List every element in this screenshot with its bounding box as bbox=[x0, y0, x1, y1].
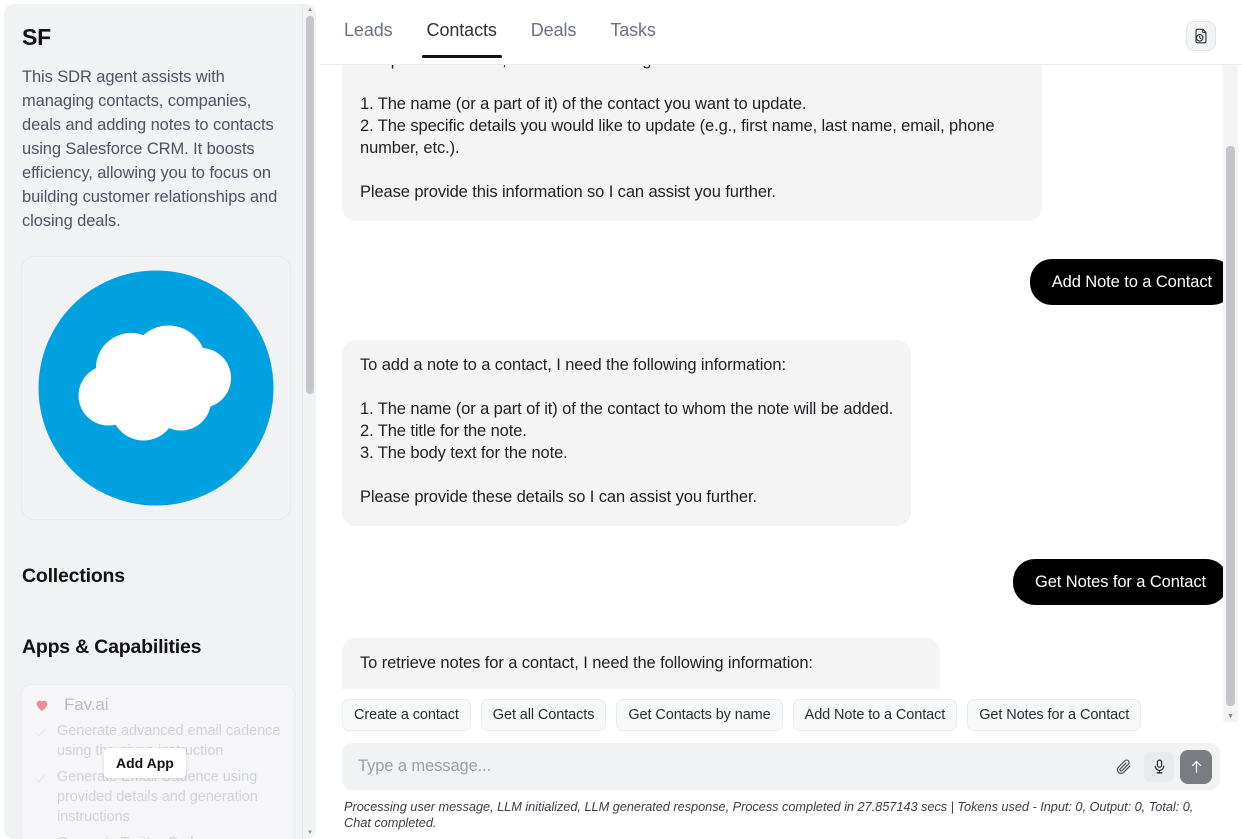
heart-icon bbox=[36, 700, 48, 711]
tab-deals[interactable]: Deals bbox=[531, 20, 577, 45]
chip-add-note-to-a-contact[interactable]: Add Note to a Contact bbox=[792, 699, 958, 731]
agent-title: SF bbox=[22, 24, 51, 50]
chat-row-assistant: To update a contact, I need the followin… bbox=[320, 55, 1220, 221]
message-paragraph: Please provide this information so I can… bbox=[360, 183, 776, 201]
suggestion-chips: Create a contact Get all Contacts Get Co… bbox=[342, 689, 1220, 743]
salesforce-cloud-icon bbox=[38, 270, 274, 506]
attach-file-button[interactable] bbox=[1108, 752, 1138, 782]
assistant-message-bubble: To update a contact, I need the followin… bbox=[342, 55, 1042, 221]
message-paragraph: To add a note to a contact, I need the f… bbox=[360, 356, 786, 374]
app-root: SF This SDR agent assists with managing … bbox=[0, 0, 1242, 839]
scroll-down-arrow-icon[interactable]: ▼ bbox=[1227, 713, 1234, 720]
tab-tasks[interactable]: Tasks bbox=[610, 20, 656, 45]
agent-logo-card bbox=[22, 257, 290, 519]
agent-description: This SDR agent assists with managing con… bbox=[22, 68, 278, 230]
scroll-up-arrow-icon[interactable]: ▲ bbox=[307, 7, 313, 13]
message-paragraph: Please provide these details so I can as… bbox=[360, 488, 757, 506]
chat-history-button[interactable] bbox=[1186, 21, 1216, 51]
paperclip-icon bbox=[1116, 759, 1130, 774]
tab-contacts[interactable]: Contacts bbox=[421, 20, 503, 58]
message-paragraph: 1. The name (or a part of it) of the con… bbox=[360, 95, 995, 157]
user-message-bubble: Get Notes for a Contact bbox=[1012, 559, 1228, 605]
document-clock-icon bbox=[1195, 28, 1207, 44]
capability-label: Generate Twitter Cadence bbox=[57, 833, 225, 839]
chip-create-a-contact[interactable]: Create a contact bbox=[342, 699, 471, 731]
chat-messages: To update a contact, I need the followin… bbox=[320, 55, 1234, 723]
arrow-up-icon bbox=[1191, 760, 1201, 773]
assistant-message-bubble: To add a note to a contact, I need the f… bbox=[342, 340, 912, 526]
message-paragraph: To retrieve notes for a contact, I need … bbox=[360, 654, 813, 672]
send-message-button[interactable] bbox=[1180, 749, 1212, 784]
sidebar-content: SF This SDR agent assists with managing … bbox=[4, 4, 296, 839]
capability-item: Generate Twitter Cadence bbox=[34, 833, 282, 839]
message-input[interactable] bbox=[358, 757, 1102, 776]
chat-row-user: Get Notes for a Contact bbox=[320, 559, 1228, 605]
collections-section-title: Collections bbox=[22, 565, 125, 587]
composer: Create a contact Get all Contacts Get Co… bbox=[320, 689, 1242, 839]
chat-row-assistant: To add a note to a contact, I need the f… bbox=[320, 340, 1220, 526]
add-app-tooltip: Add App bbox=[104, 748, 186, 778]
chat-scrollbar-thumb[interactable] bbox=[1226, 146, 1235, 706]
sidebar-panel: SF This SDR agent assists with managing … bbox=[4, 4, 316, 839]
check-icon bbox=[35, 774, 46, 783]
user-message-bubble: Add Note to a Contact bbox=[1029, 259, 1234, 305]
chip-get-contacts-by-name[interactable]: Get Contacts by name bbox=[616, 699, 783, 731]
app-card-header: Fav.ai bbox=[34, 695, 282, 715]
sidebar-scrollbar[interactable]: ▲ ▼ bbox=[302, 4, 316, 839]
scroll-down-arrow-icon[interactable]: ▼ bbox=[307, 830, 313, 836]
chat-scrollbar[interactable]: ▲ ▼ bbox=[1223, 58, 1238, 722]
main-panel: Leads Contacts Deals Tasks To update a c… bbox=[320, 0, 1242, 839]
chip-get-notes-for-a-contact[interactable]: Get Notes for a Contact bbox=[967, 699, 1142, 731]
tab-bar: Leads Contacts Deals Tasks bbox=[320, 0, 1242, 65]
chip-get-all-contacts[interactable]: Get all Contacts bbox=[480, 699, 607, 731]
app-card-name: Fav.ai bbox=[64, 695, 109, 714]
chat-message-list: To update a contact, I need the followin… bbox=[320, 55, 1242, 723]
microphone-icon bbox=[1154, 759, 1164, 774]
check-icon bbox=[35, 728, 46, 737]
status-text: Processing user message, LLM initialized… bbox=[344, 799, 1194, 830]
sidebar: SF This SDR agent assists with managing … bbox=[0, 0, 320, 839]
tab-leads[interactable]: Leads bbox=[344, 20, 393, 45]
sidebar-scrollbar-thumb[interactable] bbox=[306, 16, 314, 394]
chat-row-user: Add Note to a Contact bbox=[320, 259, 1234, 305]
message-input-row bbox=[342, 743, 1220, 790]
voice-input-button[interactable] bbox=[1144, 751, 1174, 782]
apps-section-title: Apps & Capabilities bbox=[22, 636, 202, 658]
message-paragraph: 1. The name (or a part of it) of the con… bbox=[360, 400, 894, 462]
